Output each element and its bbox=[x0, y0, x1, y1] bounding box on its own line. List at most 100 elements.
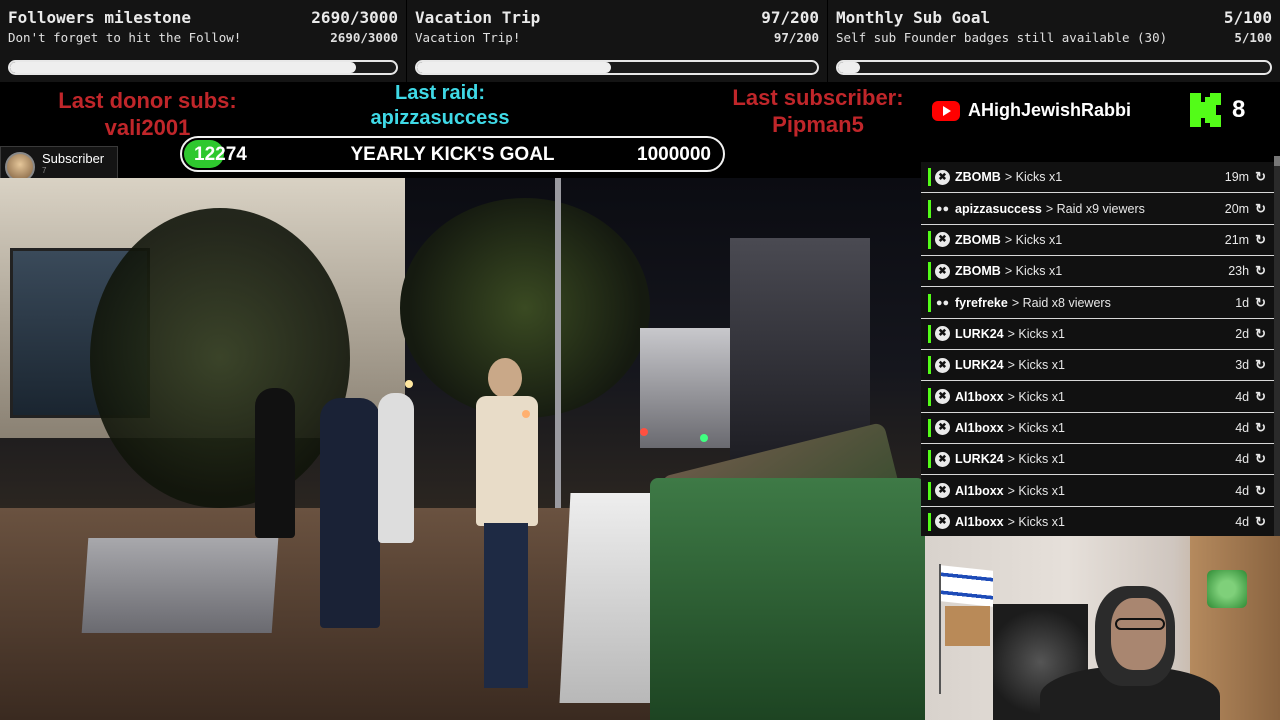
feed-accent bbox=[928, 418, 931, 437]
street-light bbox=[640, 428, 648, 436]
pedestrian-legs bbox=[484, 523, 528, 688]
replay-icon[interactable]: ↻ bbox=[1255, 451, 1266, 467]
planter bbox=[81, 538, 279, 633]
feed-user: fyrefreke bbox=[955, 295, 1008, 310]
kick-event-icon: ✖ bbox=[935, 451, 950, 467]
feed-item[interactable]: ●● fyrefreke > Raid x8 viewers 1d ↻ bbox=[921, 287, 1274, 319]
kick-event-icon: ✖ bbox=[935, 483, 950, 499]
feed-item[interactable]: ●● apizzasuccess > Raid x9 viewers 20m ↻ bbox=[921, 193, 1274, 225]
feed-accent bbox=[928, 387, 931, 406]
kick-logo-icon bbox=[1190, 93, 1221, 127]
last-subscriber-name: Pipman5 bbox=[772, 112, 864, 137]
feed-time: 20m bbox=[1224, 201, 1250, 216]
feed-user: ZBOMB bbox=[955, 264, 1001, 279]
feed-user: LURK24 bbox=[955, 452, 1004, 467]
event-feed[interactable]: ✖ ZBOMB > Kicks x1 19m ↻ ●● apizzasuccess > Rai… bbox=[921, 162, 1274, 536]
feed-desc: > Kicks x1 bbox=[1004, 232, 1063, 247]
replay-icon[interactable]: ↻ bbox=[1255, 201, 1266, 217]
feed-accent bbox=[928, 481, 931, 500]
kick-event-icon: ✖ bbox=[935, 420, 950, 436]
feed-desc: > Kicks x1 bbox=[1007, 452, 1065, 467]
pedestrian bbox=[255, 388, 295, 538]
stream-video bbox=[0, 178, 925, 720]
last-subscriber: Last subscriber: Pipman5 bbox=[700, 84, 936, 138]
last-raid-label: Last raid: bbox=[394, 82, 486, 104]
feed-time: 3d bbox=[1235, 358, 1250, 373]
streamer-face bbox=[1111, 598, 1166, 670]
feed-desc: > Kicks x1 bbox=[1007, 483, 1065, 498]
street-light bbox=[405, 380, 413, 388]
goal-subtitle: Don't forget to hit the Follow! bbox=[8, 29, 242, 45]
replay-icon[interactable]: ↻ bbox=[1255, 420, 1266, 436]
goal-progress-bar bbox=[836, 60, 1272, 75]
feed-item[interactable]: ✖ ZBOMB > Kicks x1 23h ↻ bbox=[921, 256, 1274, 288]
street-light bbox=[522, 410, 530, 418]
replay-icon[interactable]: ↻ bbox=[1255, 263, 1266, 279]
replay-icon[interactable]: ↻ bbox=[1255, 483, 1266, 499]
webcam-overlay bbox=[925, 536, 1280, 720]
feed-scrollbar[interactable] bbox=[1274, 156, 1280, 536]
feed-accent bbox=[928, 512, 931, 531]
replay-icon[interactable]: ↻ bbox=[1255, 389, 1266, 405]
goal-vacation: Vacation Trip 97/200 Vacation Trip! 97/200 bbox=[407, 0, 827, 82]
goal-followers: Followers milestone 2690/3000 Don't forge… bbox=[0, 0, 406, 82]
last-donor-label: Last donor subs: bbox=[58, 88, 237, 113]
goal-subcount: 5/100 bbox=[1234, 29, 1272, 45]
feed-item[interactable]: ✖ Al1boxx > Kicks x1 4d ↻ bbox=[921, 413, 1274, 445]
feed-desc: > Kicks x1 bbox=[1007, 358, 1065, 373]
feed-item[interactable]: ✖ Al1boxx > Kicks x1 4d ↻ bbox=[921, 381, 1274, 413]
scrollbar-thumb[interactable] bbox=[1274, 156, 1280, 166]
feed-user: Al1boxx bbox=[955, 514, 1004, 529]
feed-time: 2d bbox=[1235, 326, 1250, 341]
feed-item[interactable]: ✖ LURK24 > Kicks x1 4d ↻ bbox=[921, 444, 1274, 476]
kick-event-icon: ✖ bbox=[935, 263, 950, 279]
feed-user: LURK24 bbox=[955, 358, 1004, 373]
feed-desc: > Kicks x1 bbox=[1004, 170, 1063, 185]
feed-user: ZBOMB bbox=[955, 232, 1001, 247]
replay-icon[interactable]: ↻ bbox=[1255, 232, 1266, 248]
goal-subcount: 97/200 bbox=[773, 29, 819, 45]
feed-item[interactable]: ✖ Al1boxx > Kicks x1 4d ↻ bbox=[921, 475, 1274, 507]
kick-event-icon: ✖ bbox=[935, 326, 950, 342]
last-donor-subs: Last donor subs: vali2001 bbox=[30, 87, 265, 141]
yearly-kick-goal: 12274 YEARLY KICK'S GOAL 1000000 bbox=[180, 136, 725, 172]
goal-progress-fill bbox=[417, 62, 611, 73]
feed-item[interactable]: ✖ Al1boxx > Kicks x1 4d ↻ bbox=[921, 507, 1274, 536]
feed-time: 4d bbox=[1235, 420, 1250, 435]
feed-user: LURK24 bbox=[955, 326, 1004, 341]
goal-subtitle: Self sub Founder badges still available … bbox=[836, 29, 1168, 45]
pedestrian-head bbox=[488, 358, 522, 398]
replay-icon[interactable]: ↻ bbox=[1255, 326, 1266, 342]
feed-user: apizzasuccess bbox=[955, 201, 1042, 216]
israel-flag bbox=[941, 565, 993, 607]
last-subscriber-label: Last subscriber: bbox=[732, 85, 904, 110]
replay-icon[interactable]: ↻ bbox=[1255, 169, 1266, 185]
kick-viewer-count: 8 bbox=[1232, 96, 1246, 123]
subscriber-label-text: Subscriber bbox=[42, 151, 105, 166]
street-pole bbox=[555, 178, 561, 538]
feed-item[interactable]: ✖ LURK24 > Kicks x1 3d ↻ bbox=[921, 350, 1274, 382]
goal-count: 97/200 bbox=[761, 7, 819, 27]
feed-accent bbox=[928, 293, 931, 312]
feed-item[interactable]: ✖ ZBOMB > Kicks x1 21m ↻ bbox=[921, 225, 1274, 257]
feed-accent bbox=[928, 168, 931, 187]
dumpster bbox=[650, 478, 925, 720]
goal-title: Followers milestone bbox=[8, 7, 192, 27]
last-raid-name: apizzasuccess bbox=[370, 107, 510, 129]
raid-icon: ●● bbox=[935, 296, 950, 309]
kick-event-icon: ✖ bbox=[935, 232, 950, 248]
replay-icon[interactable]: ↻ bbox=[1255, 357, 1266, 373]
feed-time: 4d bbox=[1235, 389, 1250, 404]
replay-icon[interactable]: ↻ bbox=[1255, 514, 1266, 530]
feed-item[interactable]: ✖ LURK24 > Kicks x1 2d ↻ bbox=[921, 319, 1274, 351]
feed-desc: > Kicks x1 bbox=[1007, 389, 1065, 404]
feed-accent bbox=[928, 230, 931, 249]
replay-icon[interactable]: ↻ bbox=[1255, 295, 1266, 311]
raid-icon: ●● bbox=[935, 202, 950, 215]
feed-time: 21m bbox=[1224, 232, 1250, 247]
feed-time: 19m bbox=[1224, 170, 1250, 185]
youtube-channel-name: AHighJewishRabbi bbox=[968, 100, 1132, 120]
feed-item[interactable]: ✖ ZBOMB > Kicks x1 19m ↻ bbox=[921, 162, 1274, 194]
subscriber-label: Subscriber 7 bbox=[42, 151, 104, 175]
building-middle bbox=[640, 328, 740, 448]
